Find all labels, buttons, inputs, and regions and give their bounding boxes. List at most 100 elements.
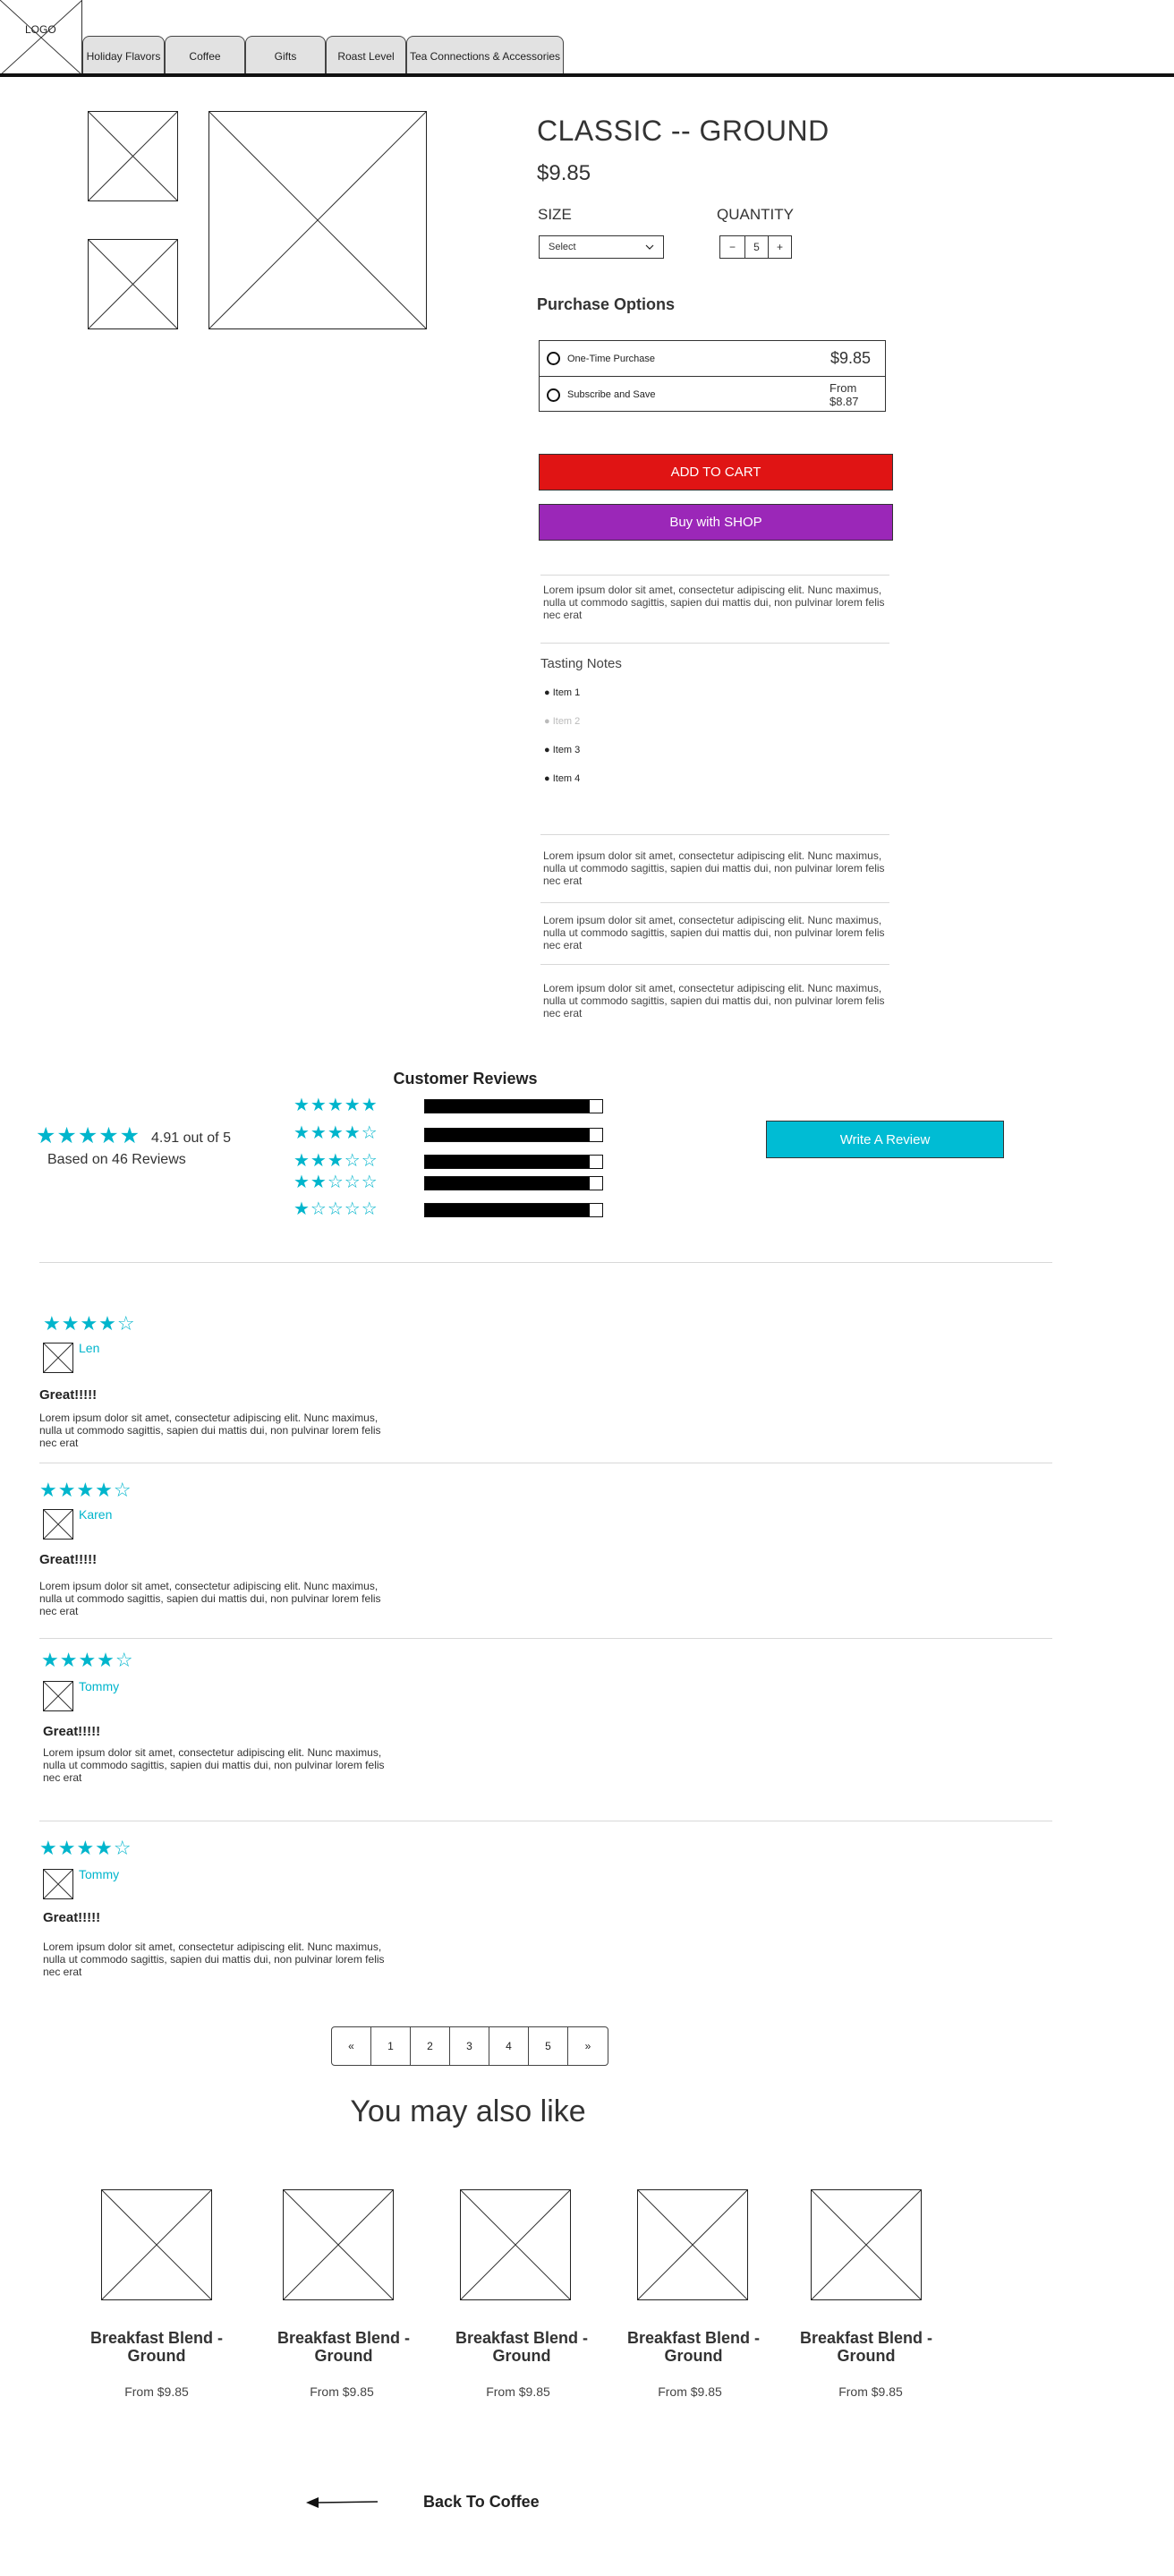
image-placeholder-icon [89,112,177,200]
review-headline: Great!!!!! [39,1552,98,1567]
quantity-input[interactable]: 5 [744,235,769,259]
rating-2-bar [424,1176,603,1190]
recommendation-name[interactable]: Breakfast Blend - Ground [432,2329,611,2365]
add-to-cart-button[interactable]: ADD TO CART [539,454,893,490]
avatar [43,1681,73,1711]
tasting-notes-title: Tasting Notes [540,656,622,671]
pagination-page-1[interactable]: 1 [371,2027,411,2065]
recommendation-price: From $9.85 [486,2384,550,2399]
rating-3-bar [424,1155,603,1169]
info-paragraph: Lorem ipsum dolor sit amet, consectetur … [543,982,885,1019]
divider [39,1262,1052,1263]
one-time-purchase-option[interactable]: One-Time Purchase $9.85 [540,341,885,377]
logo[interactable]: LOGO [0,0,82,75]
review-stars: ★★★★☆ [39,1479,132,1501]
recommendation-name[interactable]: Breakfast Blend - Ground [777,2329,956,2365]
recommendation-name[interactable]: Breakfast Blend - Ground [254,2329,433,2365]
rating-3-stars[interactable]: ★★★☆☆ [294,1149,379,1172]
customer-reviews-title: Customer Reviews [393,1070,538,1088]
nav-tab-gifts[interactable]: Gifts [245,36,326,75]
rating-1-bar [424,1203,603,1217]
pagination-last-button[interactable]: » [568,2027,608,2065]
recommendations-title: You may also like [350,2094,586,2128]
image-placeholder-icon [812,2190,921,2299]
image-placeholder-icon [638,2190,747,2299]
size-select-value: Select [549,242,576,252]
review-stars: ★★★★☆ [41,1649,134,1671]
review-headline: Great!!!!! [43,1724,101,1739]
tasting-note-item: ● Item 1 [544,687,581,698]
avatar-placeholder-icon [44,1682,72,1710]
divider [540,643,889,644]
back-to-coffee-link[interactable]: Back To Coffee [423,2493,540,2512]
pagination-page-2[interactable]: 2 [411,2027,450,2065]
review-count: Based on 46 Reviews [47,1152,186,1167]
review-stars: ★★★★☆ [39,1837,132,1859]
info-paragraph: Lorem ipsum dolor sit amet, consectetur … [543,849,885,887]
size-select[interactable]: Select [539,235,664,259]
pagination-page-4[interactable]: 4 [489,2027,529,2065]
recommendation-price: From $9.85 [658,2384,722,2399]
divider [540,834,889,835]
recommendation-image[interactable] [637,2189,748,2300]
product-thumbnail-2[interactable] [88,239,178,329]
info-paragraph: Lorem ipsum dolor sit amet, consectetur … [543,914,885,951]
tasting-note-item: ● Item 4 [544,773,581,784]
quantity-increment-button[interactable]: + [768,235,792,259]
reviewer-name[interactable]: Tommy [79,1867,119,1881]
option-label: One-Time Purchase [567,353,656,364]
rating-2-stars[interactable]: ★★☆☆☆ [294,1171,379,1193]
pagination-page-3[interactable]: 3 [450,2027,489,2065]
radio-icon[interactable] [547,388,560,402]
recommendation-name[interactable]: Breakfast Blend - Ground [67,2329,246,2365]
review-body: Lorem ipsum dolor sit amet, consectetur … [39,1412,381,1449]
rating-1-stars[interactable]: ★☆☆☆☆ [294,1198,379,1220]
radio-icon[interactable] [547,352,560,365]
rating-5-stars[interactable]: ★★★★★ [294,1094,379,1116]
tasting-note-item: ● Item 2 [544,716,581,727]
recommendation-name[interactable]: Breakfast Blend - Ground [604,2329,783,2365]
review-headline: Great!!!!! [39,1387,98,1403]
nav-tab-coffee[interactable]: Coffee [165,36,245,75]
review-body: Lorem ipsum dolor sit amet, consectetur … [43,1941,385,1978]
review-headline: Great!!!!! [43,1910,101,1925]
product-main-image [208,111,427,329]
divider [540,902,889,903]
recommendation-image[interactable] [283,2189,394,2300]
tasting-note-item: ● Item 3 [544,745,581,755]
pagination-first-button[interactable]: « [332,2027,371,2065]
subscribe-option[interactable]: Subscribe and Save From $8.87 [540,377,885,413]
buy-with-shop-button[interactable]: Buy with SHOP [539,504,893,541]
recommendation-price: From $9.85 [310,2384,374,2399]
pagination: « 1 2 3 4 5 » [331,2026,608,2066]
bar-fill [425,1204,591,1216]
rating-4-stars[interactable]: ★★★★☆ [294,1122,379,1144]
reviewer-name[interactable]: Len [79,1341,99,1355]
image-placeholder-icon [284,2190,393,2299]
arrow-left-icon[interactable] [306,2495,379,2510]
write-review-button[interactable]: Write A Review [766,1121,1004,1158]
quantity-label: QUANTITY [717,206,794,223]
product-thumbnail-1[interactable] [88,111,178,201]
recommendation-price: From $9.85 [124,2384,189,2399]
nav-tab-tea-connections[interactable]: Tea Connections & Accessories [406,36,564,75]
nav-tab-holiday-flavors[interactable]: Holiday Flavors [82,36,165,75]
image-placeholder-icon [89,240,177,328]
purchase-options-box: One-Time Purchase $9.85 Subscribe and Sa… [539,340,886,412]
quantity-decrement-button[interactable]: − [719,235,745,259]
recommendation-image[interactable] [811,2189,922,2300]
bar-fill [425,1100,591,1113]
avatar [43,1343,73,1373]
bar-fill [425,1177,591,1190]
option-price: $9.85 [829,349,871,367]
avatar [43,1869,73,1899]
nav-divider [0,73,1174,77]
nav-tab-roast-level[interactable]: Roast Level [326,36,406,75]
reviewer-name[interactable]: Karen [79,1507,112,1522]
pagination-page-5[interactable]: 5 [529,2027,568,2065]
reviewer-name[interactable]: Tommy [79,1679,119,1693]
logo-text: LOGO [25,23,56,36]
chevron-down-icon [645,244,654,250]
recommendation-image[interactable] [101,2189,212,2300]
recommendation-image[interactable] [460,2189,571,2300]
